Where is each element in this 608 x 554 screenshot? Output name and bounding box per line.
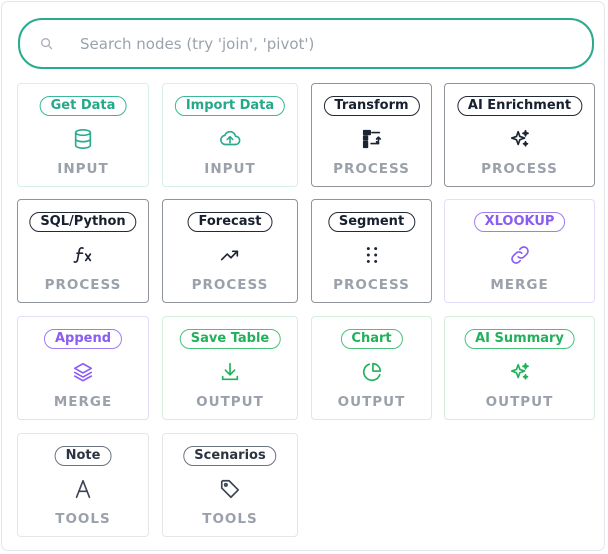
- search-box[interactable]: [18, 18, 594, 69]
- node-category: OUTPUT: [337, 394, 406, 410]
- node-label: Forecast: [187, 212, 273, 232]
- search-input[interactable]: [78, 32, 572, 56]
- pie-chart-icon: [361, 361, 383, 383]
- node-label: Transform: [323, 96, 420, 116]
- node-label: Append: [43, 329, 123, 349]
- node-category: MERGE: [53, 394, 113, 410]
- trending-up-icon: [219, 244, 241, 266]
- sparkles-icon: [509, 361, 531, 383]
- tag-icon: [219, 478, 241, 500]
- text-icon: [72, 478, 94, 500]
- node-card-forecast[interactable]: Forecast PROCESS: [162, 199, 298, 303]
- node-category: INPUT: [57, 161, 109, 177]
- search-icon: [41, 38, 53, 50]
- node-label: SQL/Python: [29, 212, 137, 232]
- node-card-transform[interactable]: Transform PROCESS: [311, 83, 432, 187]
- node-label: XLOOKUP: [473, 212, 566, 232]
- grip-dots-icon: [361, 244, 383, 266]
- link-icon: [509, 244, 531, 266]
- node-category: PROCESS: [481, 161, 558, 177]
- node-category: TOOLS: [55, 511, 111, 527]
- node-label: AI Summary: [464, 329, 575, 349]
- node-label: Save Table: [179, 329, 281, 349]
- cloud-upload-icon: [219, 128, 241, 150]
- transform-icon: [361, 128, 383, 150]
- layers-icon: [72, 361, 94, 383]
- node-card-note[interactable]: Note TOOLS: [17, 433, 149, 537]
- node-card-append[interactable]: Append MERGE: [17, 316, 149, 420]
- node-category: OUTPUT: [485, 394, 554, 410]
- node-card-scenarios[interactable]: Scenarios TOOLS: [162, 433, 298, 537]
- node-label: Segment: [327, 212, 416, 232]
- download-icon: [219, 361, 241, 383]
- node-label: Scenarios: [183, 446, 277, 466]
- node-label: Note: [54, 446, 112, 466]
- node-category: OUTPUT: [196, 394, 264, 410]
- node-card-segment[interactable]: Segment PROCESS: [311, 199, 432, 303]
- node-card-chart[interactable]: Chart OUTPUT: [311, 316, 432, 420]
- node-label: AI Enrichment: [456, 96, 583, 116]
- node-card-ai-summary[interactable]: AI Summary OUTPUT: [444, 316, 595, 420]
- node-card-xlookup[interactable]: XLOOKUP MERGE: [444, 199, 595, 303]
- node-card-save-table[interactable]: Save Table OUTPUT: [162, 316, 298, 420]
- node-category: INPUT: [204, 161, 256, 177]
- node-category: PROCESS: [44, 277, 122, 293]
- node-label: Get Data: [39, 96, 127, 116]
- node-label: Import Data: [174, 96, 286, 116]
- node-card-get-data[interactable]: Get Data INPUT: [17, 83, 149, 187]
- node-category: TOOLS: [202, 511, 258, 527]
- database-icon: [72, 128, 94, 150]
- function-icon: [72, 244, 94, 266]
- node-label: Chart: [340, 329, 403, 349]
- node-card-ai-enrichment[interactable]: AI Enrichment PROCESS: [444, 83, 595, 187]
- node-category: PROCESS: [191, 277, 269, 293]
- sparkles-icon: [509, 128, 531, 150]
- node-card-sql-python[interactable]: SQL/Python PROCESS: [17, 199, 149, 303]
- node-category: MERGE: [490, 277, 549, 293]
- node-category: PROCESS: [333, 277, 410, 293]
- node-card-import-data[interactable]: Import Data INPUT: [162, 83, 298, 187]
- node-category: PROCESS: [333, 161, 410, 177]
